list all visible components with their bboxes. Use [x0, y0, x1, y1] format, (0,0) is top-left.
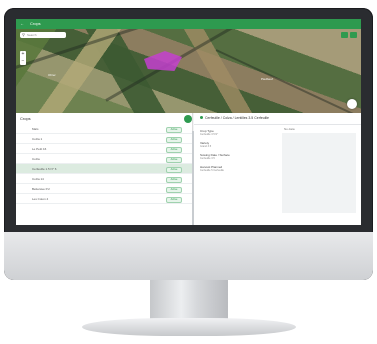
status-badge: Active — [166, 187, 182, 193]
field-value: Grand 3.5 — [200, 145, 212, 148]
zoom-control[interactable]: + − — [20, 51, 26, 65]
status-badge: Active — [166, 177, 182, 183]
detail-header: Cerfeuille / Colza / Lentilles 3.5 Cerfe… — [200, 116, 269, 120]
app-screen: ← Crops ⚲ Search + − Ohrer Piedbeuf Crop… — [16, 19, 361, 225]
status-badge: Active — [166, 197, 182, 203]
status-badge: Active — [166, 127, 182, 133]
list-item[interactable]: Le Petit 16 Active — [16, 144, 192, 154]
field-value: Cerfeuille 5 Cerfeuille — [200, 169, 224, 172]
search-icon: ⚲ — [22, 32, 25, 37]
crop-list-panel: Crops Maïs Active Colza 1 Active Le Peti… — [16, 113, 193, 225]
list-item-label: Le Petit 16 — [32, 147, 47, 151]
status-badge: Active — [166, 167, 182, 173]
status-dot-icon — [200, 116, 203, 119]
list-item[interactable]: Colza 1 Active — [16, 134, 192, 144]
list-title: Crops — [20, 116, 31, 121]
list-item-label: Maïs — [32, 127, 39, 131]
zoom-in-button[interactable]: + — [20, 51, 26, 58]
field-value: Cerfeuille 3.5 N° — [200, 133, 219, 136]
status-badge: Active — [166, 137, 182, 143]
list-item-label: Les Coton 4 — [32, 197, 49, 201]
detail-title: Cerfeuille / Colza / Lentilles 3.5 Cerfe… — [205, 116, 270, 120]
selected-field-polygon[interactable] — [144, 51, 182, 71]
status-badge: Active — [166, 147, 182, 153]
locate-button[interactable] — [347, 99, 357, 109]
side-note: No data — [284, 127, 295, 131]
field-value: Cerfeuille 3.5 — [200, 157, 215, 160]
list-item-label: Colza — [32, 157, 40, 161]
map-place-label: Piedbeuf — [261, 77, 273, 81]
map-tools — [341, 32, 357, 38]
detail-content-area — [282, 133, 356, 213]
map-search-input[interactable]: ⚲ Search — [20, 32, 66, 38]
satellite-map[interactable]: ⚲ Search + − Ohrer Piedbeuf — [16, 29, 361, 113]
list-item[interactable]: Maïs Active — [16, 124, 192, 134]
app-header: ← Crops — [16, 19, 361, 29]
add-crop-button[interactable] — [184, 115, 192, 123]
list-item-label: Colza 14 — [32, 177, 44, 181]
page-title: Crops — [30, 21, 41, 26]
back-icon[interactable]: ← — [20, 19, 24, 29]
crop-detail-panel: Cerfeuille / Colza / Lentilles 3.5 Cerfe… — [194, 113, 361, 225]
list-item[interactable]: Colza 14 Active — [16, 174, 192, 184]
map-place-label: Ohrer — [48, 73, 56, 77]
list-item-selected[interactable]: Cerfeuille 1.5 N° 6 Active — [16, 164, 192, 174]
list-item[interactable]: Les Coton 4 Active — [16, 194, 192, 204]
divider — [194, 124, 361, 125]
zoom-out-button[interactable]: − — [20, 58, 26, 65]
list-item[interactable]: Colza Active — [16, 154, 192, 164]
monitor-chin — [4, 232, 373, 280]
monitor-stand-base — [82, 318, 296, 336]
monitor-stand-neck — [150, 280, 228, 320]
layers-button[interactable] — [341, 32, 348, 38]
road — [215, 49, 361, 113]
crop-list: Maïs Active Colza 1 Active Le Petit 16 A… — [16, 124, 192, 204]
list-item-label: Betterave P.2 — [32, 187, 50, 191]
road — [105, 29, 280, 102]
list-item-label: Cerfeuille 1.5 N° 6 — [32, 167, 57, 171]
edit-button[interactable] — [350, 32, 357, 38]
search-placeholder: Search — [27, 33, 37, 37]
list-item-label: Colza 1 — [32, 137, 43, 141]
list-item[interactable]: Betterave P.2 Active — [16, 184, 192, 194]
status-badge: Active — [166, 157, 182, 163]
